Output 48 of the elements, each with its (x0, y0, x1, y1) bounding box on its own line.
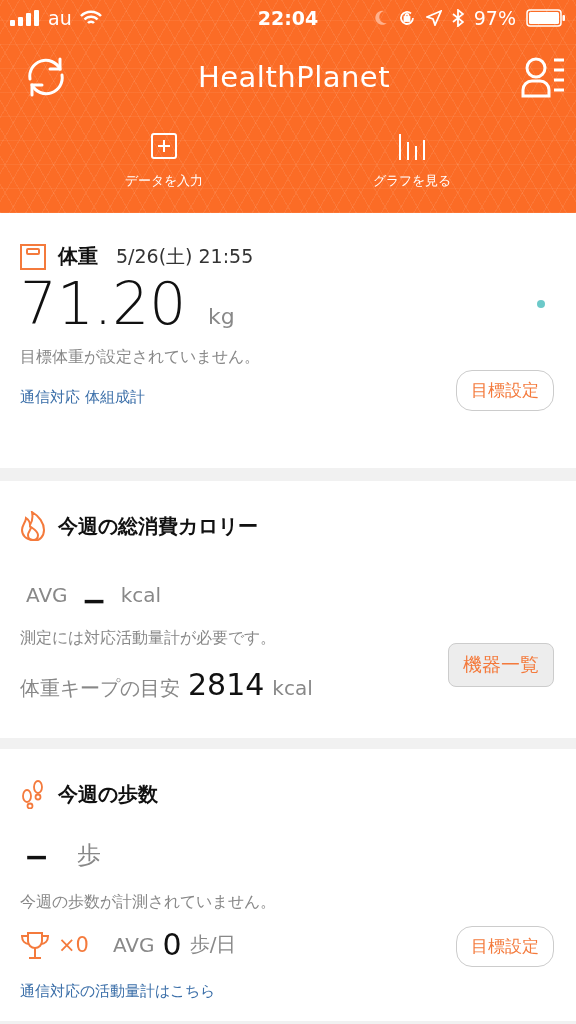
steps-average: 0 (162, 927, 182, 962)
card-title: 今週の歩数 (58, 780, 158, 808)
device-list-button[interactable]: 機器一覧 (448, 643, 554, 687)
app-logo: HealthPlanet (197, 60, 391, 94)
trophy-icon (20, 929, 50, 960)
footprints-icon (20, 779, 46, 809)
unit-label: kcal (272, 676, 313, 700)
avg-label: AVG (26, 583, 68, 607)
bar-chart-icon (397, 132, 427, 160)
scale-icon (20, 243, 46, 270)
calorie-target: 2814 (188, 667, 265, 702)
activity-tracker-link[interactable]: 通信対応の活動量計はこちら (20, 982, 276, 1001)
card-title: 体重 (58, 243, 98, 270)
scale-link[interactable]: 通信対応 体組成計 (20, 387, 260, 407)
wifi-icon (79, 10, 102, 26)
device-note: 測定には対応活動量計が必要です。 (20, 628, 277, 649)
goal-setting-button[interactable]: 目標設定 (456, 926, 554, 967)
unit-label: 歩 (77, 840, 102, 871)
user-list-icon (520, 56, 566, 98)
carrier-name: au (48, 7, 72, 29)
profile-menu-button[interactable] (520, 56, 566, 98)
clock-time: 22:04 (257, 7, 319, 29)
graph-dot (536, 299, 546, 309)
calorie-value: − (81, 583, 107, 618)
trophy-count: ×0 (58, 932, 89, 957)
battery-icon (526, 9, 566, 27)
signal-icon (10, 10, 40, 26)
view-graph-button[interactable]: グラフを見る (353, 118, 471, 213)
avg-label: AVG (112, 932, 155, 957)
flame-icon (20, 511, 46, 541)
unit-label: kcal (120, 583, 162, 607)
steps-value: − (24, 839, 50, 874)
unit-label: 歩/日 (189, 931, 237, 958)
moon-icon (373, 10, 388, 26)
goal-setting-button[interactable]: 目標設定 (456, 370, 554, 411)
keep-weight-label: 体重キープの目安 (20, 675, 180, 702)
card-title: 今週の総消費カロリー (58, 512, 258, 540)
enter-data-button[interactable]: データを入力 (105, 118, 223, 213)
rotation-lock-icon (397, 9, 416, 27)
measured-date: 5/26(土) 21:55 (116, 243, 254, 269)
goal-note: 目標体重が設定されていません。 (20, 346, 260, 368)
battery-percent: 97% (473, 7, 516, 29)
weight-value: 71.20 (20, 270, 187, 338)
unit-label: kg (208, 304, 235, 329)
add-icon (150, 132, 178, 160)
location-icon (425, 10, 442, 26)
steps-note: 今週の歩数が計測されていません。 (20, 892, 276, 913)
bluetooth-icon (451, 9, 464, 27)
